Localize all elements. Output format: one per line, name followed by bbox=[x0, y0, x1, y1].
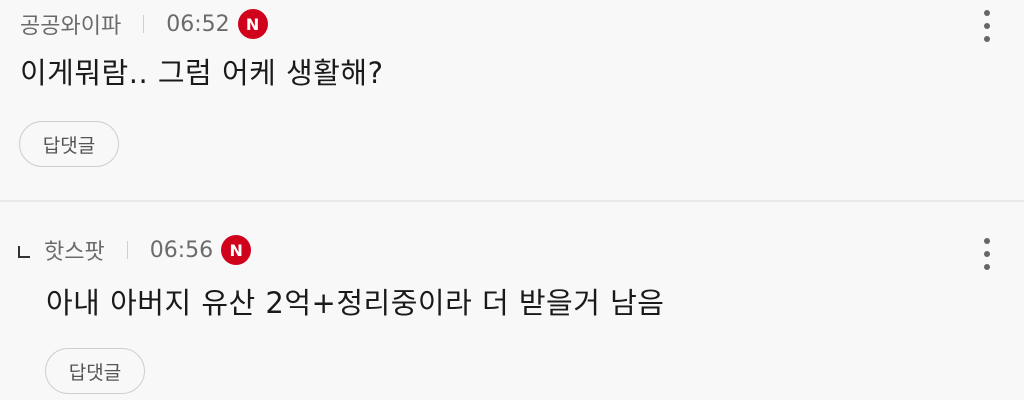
reply-button[interactable]: 답댓글 bbox=[45, 348, 145, 394]
reply-comment-layer: 핫스팟 06:56 N 아내 아버지 유산 2억+정리중이라 더 받을거 남음 … bbox=[0, 0, 1024, 400]
comment-nickname[interactable]: 핫스팟 bbox=[44, 234, 105, 266]
more-dot bbox=[984, 264, 990, 270]
comment-text: 아내 아버지 유산 2억+정리중이라 더 받을거 남음 bbox=[46, 286, 665, 320]
meta-separator bbox=[126, 241, 128, 259]
more-vertical-icon[interactable] bbox=[977, 236, 997, 272]
reply-corner-icon bbox=[18, 246, 30, 258]
comment-meta: 핫스팟 06:56 N bbox=[18, 234, 252, 266]
more-dot bbox=[984, 238, 990, 244]
new-badge-icon: N bbox=[221, 235, 252, 265]
more-dot bbox=[984, 251, 990, 257]
comment-time: 06:56 bbox=[149, 237, 214, 263]
